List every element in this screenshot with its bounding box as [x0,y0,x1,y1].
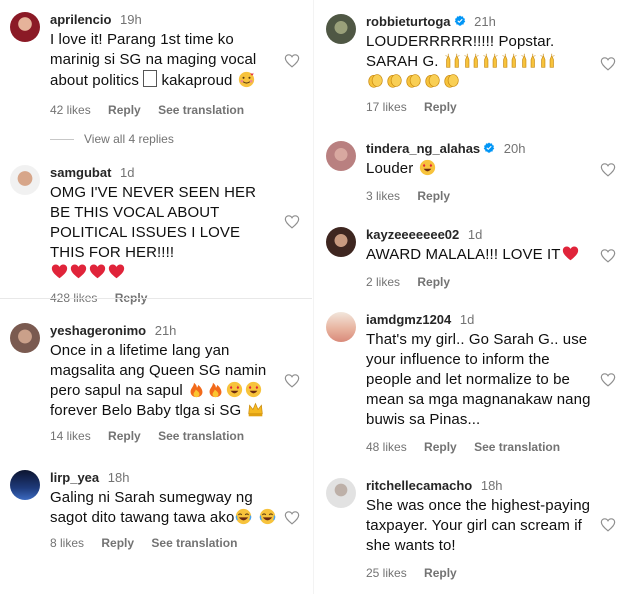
view-replies-button[interactable]: View all 4 replies [50,132,174,146]
avatar[interactable] [326,312,356,342]
reply-button[interactable]: Reply [417,275,450,289]
timestamp[interactable]: 18h [108,470,130,485]
comment-text: Louder [366,159,594,179]
comment-text: OMG I'VE NEVER SEEN HER BE THIS VOCAL AB… [50,183,278,283]
username[interactable]: samgubat [50,165,111,180]
username[interactable]: iamdgmz1204 [366,312,451,327]
avatar[interactable] [10,470,40,500]
username[interactable]: ritchellecamacho [366,478,472,493]
heart-outline-icon[interactable] [600,517,616,532]
comment-meta: 3 likes Reply [366,189,594,203]
comment-text: I love it! Parang 1st time ko marinig si… [50,31,257,89]
see-translation-button[interactable]: See translation [158,429,244,443]
timestamp[interactable]: 1d [468,227,482,242]
section-divider [0,298,312,299]
timestamp[interactable]: 20h [504,141,526,156]
reply-button[interactable]: Reply [424,100,457,114]
timestamp[interactable]: 1d [460,312,474,327]
comment-meta: 42 likes Reply See translation [50,103,278,117]
timestamp[interactable]: 1d [120,165,134,180]
comment-meta: 25 likes Reply [366,566,594,580]
likes-count[interactable]: 48 likes [366,440,407,454]
heart-outline-icon[interactable] [284,373,300,388]
avatar[interactable] [10,165,40,195]
comment-meta: 2 likes Reply [366,275,594,289]
see-translation-button[interactable]: See translation [474,440,560,454]
avatar[interactable] [326,14,356,44]
likes-count[interactable]: 2 likes [366,275,400,289]
reply-button[interactable]: Reply [108,429,141,443]
view-replies-label: View all 4 replies [84,132,174,146]
timestamp[interactable]: 19h [120,12,142,27]
username[interactable]: yeshageronimo [50,323,146,338]
avatar[interactable] [10,323,40,353]
see-translation-button[interactable]: See translation [158,103,244,117]
avatar[interactable] [326,141,356,171]
avatar[interactable] [326,478,356,508]
username[interactable]: tindera_ng_alahas [366,141,480,156]
heart-outline-icon[interactable] [600,248,616,263]
comment-text: She was once the highest-paying taxpayer… [366,497,591,554]
comment-text: Once in a lifetime lang yan magsalita an… [50,342,267,419]
likes-count[interactable]: 17 likes [366,100,407,114]
heart-outline-icon[interactable] [284,214,300,229]
likes-count[interactable]: 3 likes [366,189,400,203]
heart-outline-icon[interactable] [600,56,616,71]
timestamp[interactable]: 18h [481,478,503,493]
username[interactable]: kayzeeeeeee02 [366,227,459,242]
heart-outline-icon[interactable] [284,53,300,68]
comment-text: That's my girl.. Go Sarah G.. use your i… [366,331,591,428]
verified-badge-icon [454,15,465,26]
avatar[interactable] [10,12,40,42]
username[interactable]: lirp_yea [50,470,99,485]
replies-line [50,139,74,140]
likes-count[interactable]: 14 likes [50,429,91,443]
comment-text: Galing ni Sarah sumegway ng sagot dito t… [50,488,278,528]
comment-meta: 48 likes Reply See translation [366,440,594,454]
reply-button[interactable]: Reply [101,536,134,550]
heart-outline-icon[interactable] [600,372,616,387]
reply-button[interactable]: Reply [424,440,457,454]
username[interactable]: robbieturtoga [366,14,451,29]
reply-button[interactable]: Reply [108,103,141,117]
reply-button[interactable]: Reply [424,566,457,580]
timestamp[interactable]: 21h [155,323,177,338]
verified-badge-icon [483,142,495,153]
comment-meta: 8 likes Reply See translation [50,536,278,550]
comment-meta: 14 likes Reply See translation [50,429,278,443]
likes-count[interactable]: 25 likes [366,566,407,580]
see-translation-button[interactable]: See translation [151,536,237,550]
timestamp[interactable]: 21h [474,14,496,29]
heart-outline-icon[interactable] [284,510,300,525]
likes-count[interactable]: 8 likes [50,536,84,550]
comment-meta: 17 likes Reply [366,100,594,114]
reply-button[interactable]: Reply [417,189,450,203]
username[interactable]: aprilencio [50,12,111,27]
likes-count[interactable]: 42 likes [50,103,91,117]
avatar[interactable] [326,227,356,257]
heart-outline-icon[interactable] [600,162,616,177]
comment-text: AWARD MALALA!!! LOVE IT [366,245,594,265]
comment-text: LOUDERRRRR!!!!! Popstar. SARAH G. [366,32,594,92]
column-divider [313,0,314,594]
